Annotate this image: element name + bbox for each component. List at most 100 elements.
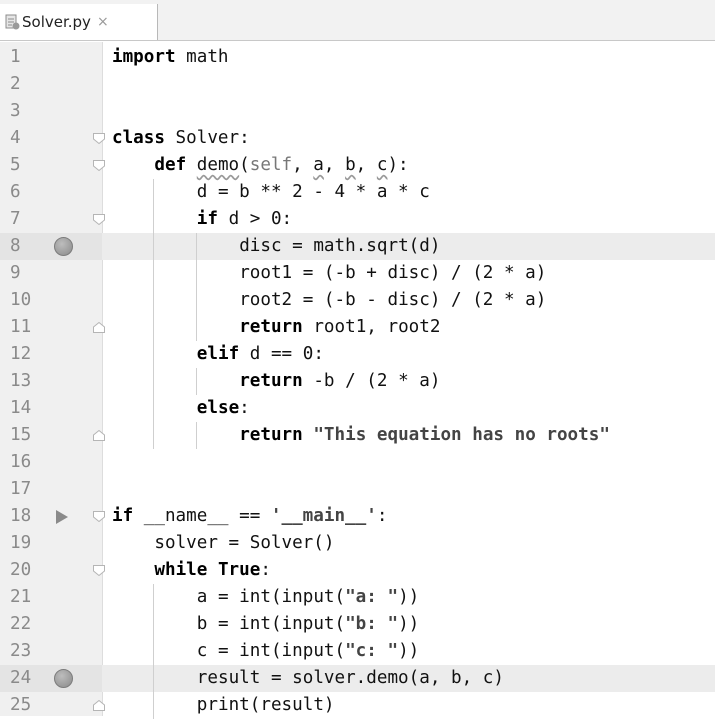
code-token: , [323,155,346,175]
gutter-cell[interactable]: 7 [0,206,105,233]
breakpoint-icon[interactable] [54,237,73,256]
gutter-cell[interactable]: 9 [0,260,102,287]
breakpoint-icon[interactable] [54,669,73,688]
gutter-cell[interactable]: 24 [0,665,102,692]
code-line[interactable]: 7 if d > 0: [0,206,715,233]
code-line[interactable]: 5 def demo(self, a, b, c): [0,152,715,179]
gutter-cell[interactable]: 6 [0,179,102,206]
tab-solver-py[interactable]: Solver.py × [0,4,158,40]
line-number: 10 [10,290,32,310]
code-token: self [249,155,293,175]
code-line[interactable]: 3 [0,98,715,125]
code-line[interactable]: 2 [0,71,715,98]
gutter-cell[interactable]: 2 [0,71,102,98]
code-line[interactable]: 25 print(result) [0,692,715,719]
gutter-cell[interactable]: 12 [0,341,102,368]
code-line[interactable]: 21 a = int(input("a: ")) [0,584,715,611]
gutter-cell[interactable]: 13 [0,368,102,395]
code-text: b = int(input("b: ")) [197,611,419,638]
gutter-cell[interactable]: 11 [0,314,105,341]
code-line[interactable]: 17 [0,476,715,503]
code-token: )) [398,587,420,607]
gutter-cell[interactable]: 25 [0,692,105,719]
code-line[interactable]: 20 while True: [0,557,715,584]
gutter-cell[interactable]: 20 [0,557,105,584]
keyword-token: return [239,371,303,391]
gutter-cell[interactable]: 14 [0,395,102,422]
code-line[interactable]: 24 result = solver.demo(a, b, c) [0,665,715,692]
gutter-cell[interactable]: 10 [0,287,102,314]
gutter-cell[interactable]: 17 [0,476,102,503]
gutter-cell[interactable]: 8 [0,233,102,260]
gutter-cell[interactable]: 3 [0,98,102,125]
code-token: demo [196,155,240,175]
code-line[interactable]: 8 disc = math.sqrt(d) [0,233,715,260]
fold-open-icon[interactable] [92,564,106,577]
close-icon[interactable]: × [97,14,109,30]
code-token: ): [387,155,409,175]
gutter-cell[interactable]: 23 [0,638,102,665]
code-line[interactable]: 18 if __name__ == '__main__': [0,503,715,530]
fold-open-icon[interactable] [92,510,106,523]
gutter-cell[interactable]: 4 [0,125,105,152]
gutter-cell[interactable]: 15 [0,422,105,449]
code-line[interactable]: 22 b = int(input("b: ")) [0,611,715,638]
code-line[interactable]: 14 else: [0,395,715,422]
run-icon[interactable] [56,510,68,524]
code-text: disc = math.sqrt(d) [239,233,440,260]
string-token: "c: " [345,641,399,661]
python-file-icon [5,14,20,30]
code-line[interactable]: 15 return "This equation has no roots" [0,422,715,449]
line-number: 14 [10,398,32,418]
fold-end-icon[interactable] [92,321,106,334]
code-line[interactable]: 4 class Solver: [0,125,715,152]
line-number: 22 [10,614,32,634]
code-text: root2 = (-b - disc) / (2 * a) [239,287,546,314]
fold-open-icon[interactable] [92,132,106,145]
gutter-cell[interactable]: 1 [0,44,102,71]
code-line[interactable]: 6 d = b ** 2 - 4 * a * c [0,179,715,206]
fold-end-icon[interactable] [92,429,106,442]
code-token: math [175,47,229,67]
line-number: 24 [10,668,32,688]
code-line[interactable]: 10 root2 = (-b - disc) / (2 * a) [0,287,715,314]
fold-open-icon[interactable] [92,213,106,226]
keyword-token: def [154,155,187,175]
code-line[interactable]: 23 c = int(input("c: ")) [0,638,715,665]
fold-open-icon[interactable] [92,159,106,172]
code-text: solver = Solver() [154,530,334,557]
code-token: , [292,155,314,175]
code-line[interactable]: 19 solver = Solver() [0,530,715,557]
code-line[interactable]: 12 elif d == 0: [0,341,715,368]
indent-guide [153,179,155,449]
tab-filename: Solver.py [22,13,91,31]
gutter-cell[interactable]: 19 [0,530,102,557]
code-line[interactable]: 9 root1 = (-b + disc) / (2 * a) [0,260,715,287]
keyword-token: class [112,128,165,148]
gutter-cell[interactable]: 16 [0,449,102,476]
gutter-cell[interactable]: 22 [0,611,102,638]
code-line[interactable]: 13 return -b / (2 * a) [0,368,715,395]
gutter-cell[interactable]: 5 [0,152,105,179]
line-number: 20 [10,560,32,580]
code-editor[interactable]: 1 import math 2 3 4 class Solver: 5 def demo(se… [0,42,715,719]
code-text: root1 = (-b + disc) / (2 * a) [239,260,546,287]
line-number: 2 [10,74,21,94]
gutter-cell[interactable]: 21 [0,584,102,611]
line-number: 16 [10,452,32,472]
code-token: , [355,155,377,175]
code-line[interactable]: 1 import math [0,44,715,71]
string-token: "a: " [345,587,399,607]
string-token: "b: " [345,614,399,634]
code-text: print(result) [197,692,335,719]
code-text: a = int(input("a: ")) [197,584,419,611]
line-number: 9 [10,263,21,283]
code-line[interactable]: 11 return root1, root2 [0,314,715,341]
fold-end-icon[interactable] [92,699,106,712]
code-line[interactable]: 16 [0,449,715,476]
gutter-cell[interactable]: 18 [0,503,105,530]
code-token: root2 = (-b - disc) / (2 * a) [239,290,547,310]
